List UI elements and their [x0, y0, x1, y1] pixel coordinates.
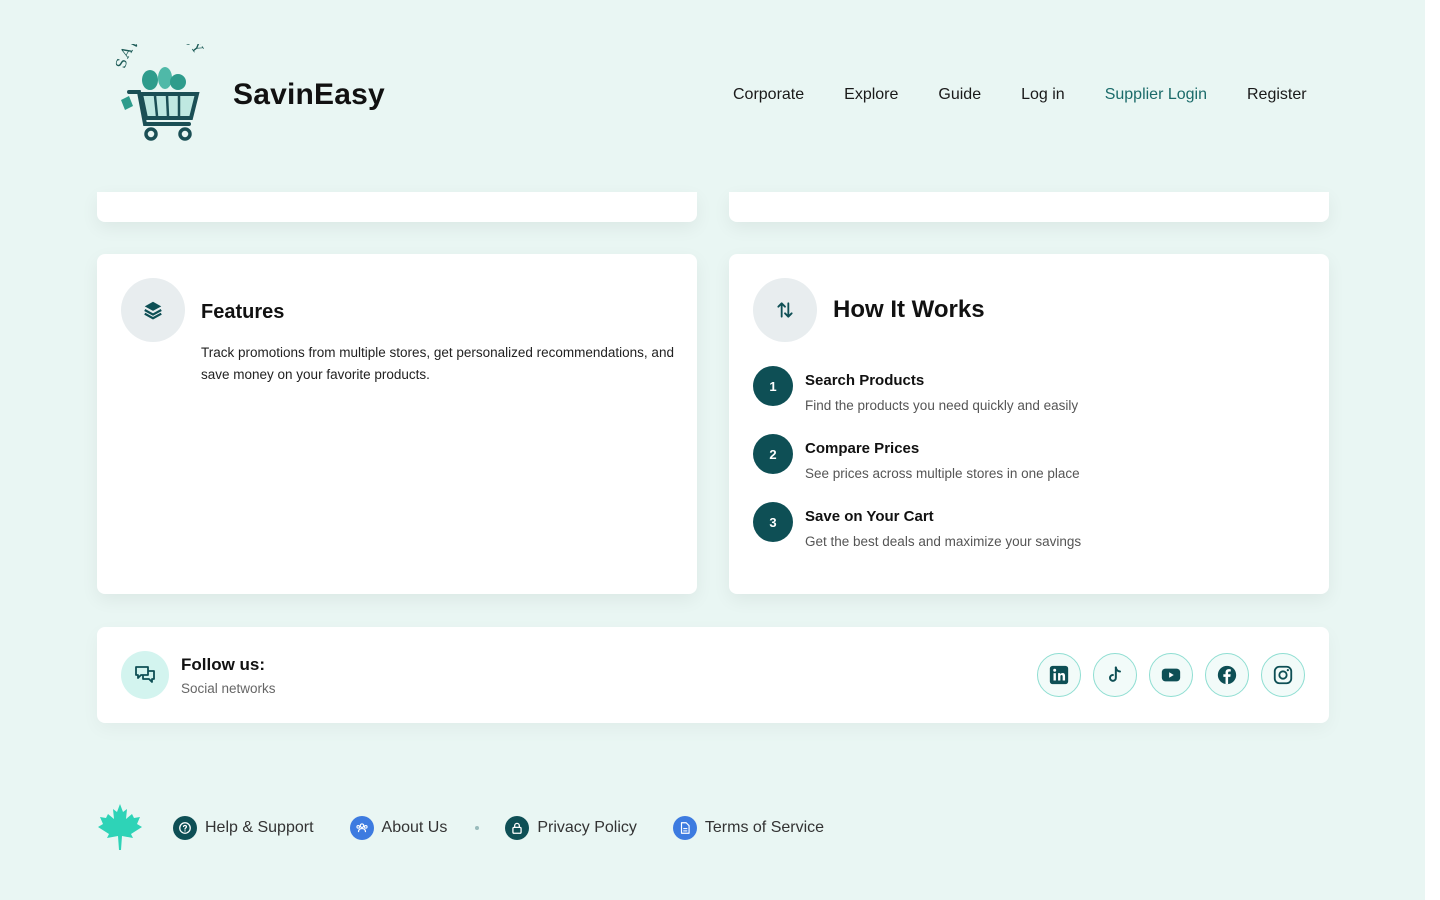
step-item: 3 Save on Your Cart Get the best deals a… [753, 502, 1303, 562]
footer-link-about[interactable]: About Us [349, 816, 448, 840]
nav-explore[interactable]: Explore [844, 86, 898, 104]
main-nav: Corporate Explore Guide Log in Supplier … [733, 86, 1347, 104]
features-card: Features Track promotions from multiple … [97, 254, 697, 594]
help-icon [173, 816, 197, 840]
swap-vertical-icon [753, 278, 817, 342]
footer-links: Help & Support About Us Privacy Policy T… [173, 816, 860, 840]
follow-title: Follow us: [181, 655, 266, 674]
how-it-works-card: How It Works 1 Search Products Find the … [729, 254, 1329, 594]
footer-link-terms[interactable]: Terms of Service [672, 816, 825, 840]
footer-link-label: About Us [381, 819, 448, 836]
footer-link-help[interactable]: Help & Support [173, 816, 314, 840]
linkedin-icon[interactable] [1037, 653, 1081, 697]
chat-icon [121, 651, 169, 699]
social-links [1037, 653, 1305, 697]
card-top-right [729, 192, 1329, 222]
maple-leaf-icon [98, 804, 142, 850]
document-icon [672, 816, 697, 840]
step-item: 1 Search Products Find the products you … [753, 366, 1303, 426]
lock-icon [505, 816, 530, 840]
footer-link-label: Terms of Service [704, 819, 825, 836]
site-footer: Help & Support About Us Privacy Policy T… [97, 802, 997, 854]
step-description: See prices across multiple stores in one… [805, 466, 1080, 481]
nav-register[interactable]: Register [1247, 86, 1307, 104]
footer-separator [475, 826, 480, 830]
card-top-left [97, 192, 697, 222]
brand-logo[interactable]: SAVINEASY [115, 44, 207, 144]
facebook-icon[interactable] [1205, 653, 1249, 697]
nav-corporate[interactable]: Corporate [733, 86, 804, 104]
instagram-icon[interactable] [1261, 653, 1305, 697]
step-title: Compare Prices [805, 440, 920, 457]
footer-link-label: Help & Support [205, 819, 314, 836]
nav-guide[interactable]: Guide [938, 86, 981, 104]
features-text: Track promotions from multiple stores, g… [201, 345, 674, 382]
layers-icon [121, 278, 185, 342]
brand-name[interactable]: SavinEasy [233, 78, 385, 112]
page-edge [1425, 0, 1440, 900]
tiktok-icon[interactable] [1093, 653, 1137, 697]
step-number: 1 [753, 366, 793, 406]
youtube-icon[interactable] [1149, 653, 1193, 697]
step-item: 2 Compare Prices See prices across multi… [753, 434, 1303, 494]
site-header: SAVINEASY SavinEasy Corporate Explore Gu… [0, 0, 1425, 192]
team-icon [349, 816, 374, 840]
footer-link-label: Privacy Policy [537, 819, 637, 836]
features-title: Features [201, 301, 285, 323]
follow-us-bar: Follow us: Social networks [97, 627, 1329, 723]
step-number: 2 [753, 434, 793, 474]
step-title: Search Products [805, 372, 925, 389]
nav-supplier-login[interactable]: Supplier Login [1105, 86, 1207, 104]
svg-text:SAVINEASY: SAVINEASY [115, 44, 206, 70]
step-description: Find the products you need quickly and e… [805, 398, 1079, 413]
step-title: Save on Your Cart [805, 508, 934, 525]
step-number: 3 [753, 502, 793, 542]
how-it-works-title: How It Works [833, 296, 985, 323]
nav-login[interactable]: Log in [1021, 86, 1065, 104]
follow-subtitle: Social networks [181, 681, 276, 696]
step-description: Get the best deals and maximize your sav… [805, 534, 1082, 549]
footer-link-privacy[interactable]: Privacy Policy [505, 816, 637, 840]
